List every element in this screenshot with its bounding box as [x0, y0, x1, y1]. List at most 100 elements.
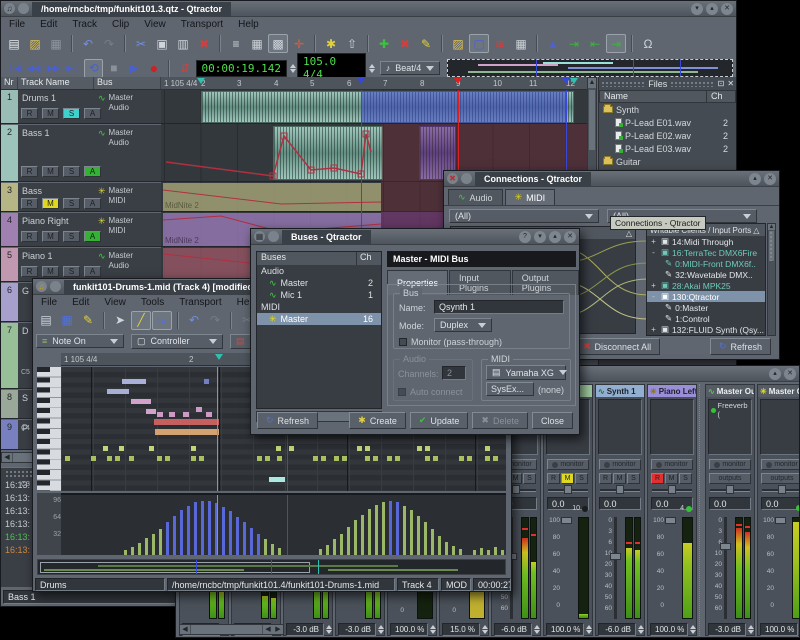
pan-handle[interactable] — [726, 485, 734, 494]
close-button[interactable]: ✕ — [764, 173, 776, 185]
solo-button[interactable]: S — [679, 473, 692, 484]
bus-row[interactable]: ∿Mic 11 — [257, 289, 381, 301]
solo-button[interactable]: S — [523, 473, 536, 484]
forward-end-icon[interactable]: ▶❘ — [64, 59, 83, 78]
solo-button[interactable]: S — [63, 266, 80, 277]
track-row-4[interactable]: 4 Piano Right R M S A ✳MasterMIDI — [1, 213, 161, 247]
client-item[interactable]: -▣16:TerraTec DMX6Fire — [647, 247, 765, 258]
timeline-ruler[interactable]: 1 105 4/4 2 3 4 5 6 7 8 9 10 11 12 — [161, 77, 587, 90]
track-row-2[interactable]: 2 Bass 1 R M S A ∿MasterAudio — [1, 125, 161, 182]
cut-icon[interactable]: ✂ — [131, 34, 151, 53]
monitor-button[interactable]: monitor — [651, 459, 693, 470]
plugin-list[interactable]: Freeverb ( — [708, 399, 752, 455]
help-button[interactable]: ? — [519, 231, 531, 243]
pan-handle[interactable] — [668, 485, 676, 494]
monitor-button[interactable]: monitor — [709, 459, 751, 470]
pointer-tool-icon[interactable]: ➤ — [110, 311, 130, 330]
rewind-icon[interactable]: ◀◀ — [24, 59, 43, 78]
plugin-list[interactable] — [650, 399, 694, 455]
record-button[interactable]: R — [21, 266, 38, 277]
remove-track-icon[interactable]: ✖ — [395, 34, 415, 53]
record-button[interactable]: R — [21, 108, 38, 119]
buses-titlebar[interactable]: ▦ Buses - Qtractor ? ▾ ▴ ✕ — [251, 229, 579, 245]
pan-handle[interactable] — [616, 485, 624, 494]
edit-tail-marker[interactable] — [562, 78, 570, 84]
undo-icon[interactable]: ↶ — [78, 34, 98, 53]
monitor-button[interactable]: monitor — [599, 459, 641, 470]
bus-name-field[interactable]: Qsynth 1 — [434, 300, 564, 314]
follow-playhead-icon[interactable]: Ω — [638, 34, 658, 53]
record-button[interactable]: R — [21, 231, 38, 242]
client-item[interactable]: +▣14:Midi Through — [647, 236, 765, 247]
record-button[interactable]: R — [547, 473, 560, 484]
bus-row-selected[interactable]: ✳Master16 — [257, 313, 381, 325]
pan-handle[interactable] — [512, 485, 520, 494]
shade-button[interactable]: ▾ — [691, 3, 703, 15]
menu-help[interactable]: Help — [238, 19, 259, 30]
close-button[interactable]: Close — [532, 412, 573, 429]
track-row-1[interactable]: 1 Drums 1 R M S A ∿MasterAudio — [1, 90, 161, 124]
clip-open-icon[interactable]: ▨ — [448, 34, 468, 53]
port-item[interactable]: ✎0:MIDI-Front DMX6f.. — [647, 258, 765, 269]
instrument-combo[interactable]: ▤Yamaha XG — [486, 365, 566, 380]
port-item[interactable]: ✎1:Control — [647, 313, 765, 324]
clip-unlink-icon[interactable]: ≋ — [490, 34, 510, 53]
eject-icon[interactable]: ⇧ — [342, 34, 362, 53]
tab-midi[interactable]: ✳MIDI — [505, 189, 556, 205]
input-ports-panel[interactable]: Writable Clients / Input Ports△ +▣14:Mid… — [646, 223, 766, 336]
controller-combo[interactable]: ▢Controller — [131, 334, 223, 349]
pan-value[interactable]: 0.0 — [599, 497, 641, 510]
menu-edit[interactable]: Edit — [72, 297, 89, 308]
menu-edit[interactable]: Edit — [40, 19, 57, 30]
tool-select-icon[interactable]: ✛ — [289, 34, 309, 53]
edit-head-marker[interactable] — [357, 78, 365, 84]
loop-end-icon[interactable]: ⇥ — [606, 34, 626, 53]
menu-file[interactable]: File — [41, 297, 57, 308]
menu-clip[interactable]: Clip — [112, 19, 129, 30]
fader-handle[interactable] — [610, 553, 621, 560]
plugin-active-led[interactable] — [711, 408, 716, 413]
time-spinner[interactable] — [290, 64, 296, 73]
mute-button[interactable]: M — [42, 266, 59, 277]
record-icon[interactable]: ● — [144, 59, 163, 78]
solo-button[interactable]: S — [575, 473, 588, 484]
forward-icon[interactable]: ▶▶ — [44, 59, 63, 78]
create-button[interactable]: ✱Create — [349, 412, 406, 429]
volume-spinner[interactable] — [690, 623, 696, 636]
shade-button[interactable]: ▾ — [534, 231, 546, 243]
track-list-icon[interactable]: ≡ — [226, 34, 246, 53]
save-icon[interactable]: ▦ — [57, 311, 77, 330]
update-button[interactable]: ✔Update — [410, 412, 469, 429]
solo-button[interactable]: S — [63, 198, 80, 209]
connections-titlebar[interactable]: ✖ Connections - Qtractor ▴ ✕ — [444, 171, 779, 187]
bus-group-row[interactable]: Audio — [257, 265, 381, 277]
new-session-icon[interactable]: ▤ — [4, 34, 24, 53]
solo-button[interactable]: S — [63, 166, 80, 177]
panel-drag-handle[interactable] — [601, 81, 645, 87]
outputs-button[interactable]: outputs — [709, 473, 751, 484]
track-row-5[interactable]: 5 Piano 1 R M S A ∿MasterAudio — [1, 248, 161, 282]
file-item[interactable]: P-Lead E01.wav2 — [599, 116, 736, 129]
time-display[interactable]: 00:00:19.142 — [196, 60, 287, 77]
menu-track[interactable]: Track — [72, 19, 97, 30]
clip-mode-icon[interactable]: ▦ — [247, 34, 267, 53]
loop-start-marker[interactable] — [197, 78, 205, 84]
gain-spinner[interactable] — [482, 623, 488, 636]
fader-handle[interactable] — [561, 517, 572, 524]
edit-icon[interactable]: ✎ — [78, 311, 98, 330]
monitor-button[interactable]: monitor — [547, 459, 589, 470]
pan-value[interactable]: 0.0 — [709, 497, 751, 510]
filter-left-combo[interactable]: (All) — [449, 209, 599, 223]
main-titlebar[interactable]: ♫ /home/rncbc/tmp/funkit101.3.qtz - Qtra… — [1, 1, 736, 17]
copy-icon[interactable]: ▣ — [152, 34, 172, 53]
fader-handle[interactable] — [720, 543, 731, 550]
sysex-button[interactable]: SysEx... — [486, 382, 534, 396]
files-columns[interactable]: Name Ch — [599, 90, 736, 103]
add-track-icon[interactable]: ✚ — [374, 34, 394, 53]
maximize-button[interactable]: ▴ — [706, 3, 718, 15]
punch-icon[interactable]: ⇵ — [175, 59, 194, 78]
menu-tools[interactable]: Tools — [141, 297, 164, 308]
client-item-selected[interactable]: -▣130:Qtractor — [647, 291, 765, 302]
mute-button[interactable]: M — [42, 108, 59, 119]
redo-icon[interactable]: ↷ — [205, 311, 225, 330]
